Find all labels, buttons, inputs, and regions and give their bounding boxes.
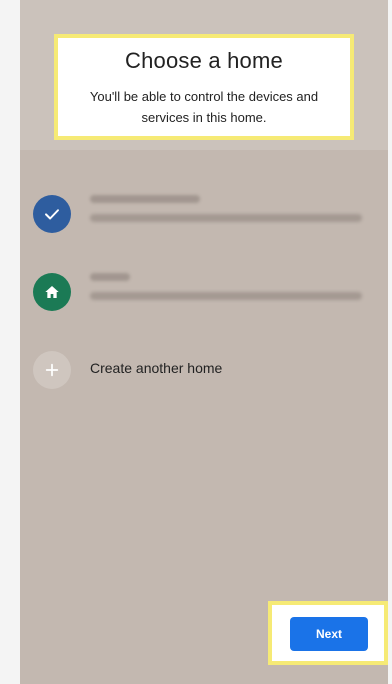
create-home-label: Create another home — [90, 360, 223, 376]
home-address-redacted — [90, 292, 362, 300]
home-avatar — [33, 273, 71, 311]
home-item-selected[interactable] — [20, 185, 388, 263]
next-button[interactable]: Next — [290, 617, 368, 651]
next-highlight-box: Next — [268, 601, 388, 665]
left-border — [0, 0, 20, 684]
choose-home-screen: Choose a home You'll be able to control … — [20, 0, 388, 684]
create-home-avatar — [33, 351, 71, 389]
plus-icon — [45, 363, 59, 377]
page-title: Choose a home — [125, 48, 283, 73]
title-highlight-box: Choose a home You'll be able to control … — [54, 34, 354, 140]
home-item[interactable] — [20, 263, 388, 341]
create-home-item[interactable]: Create another home — [20, 341, 388, 419]
right-border — [388, 0, 392, 684]
home-name-redacted — [90, 273, 130, 281]
home-list: Create another home — [20, 185, 388, 419]
selected-home-avatar — [33, 195, 71, 233]
home-address-redacted — [90, 214, 362, 222]
home-name-redacted — [90, 195, 200, 203]
page-subtitle: You'll be able to control the devices an… — [89, 89, 319, 125]
house-icon — [45, 286, 59, 298]
check-icon — [45, 209, 59, 220]
